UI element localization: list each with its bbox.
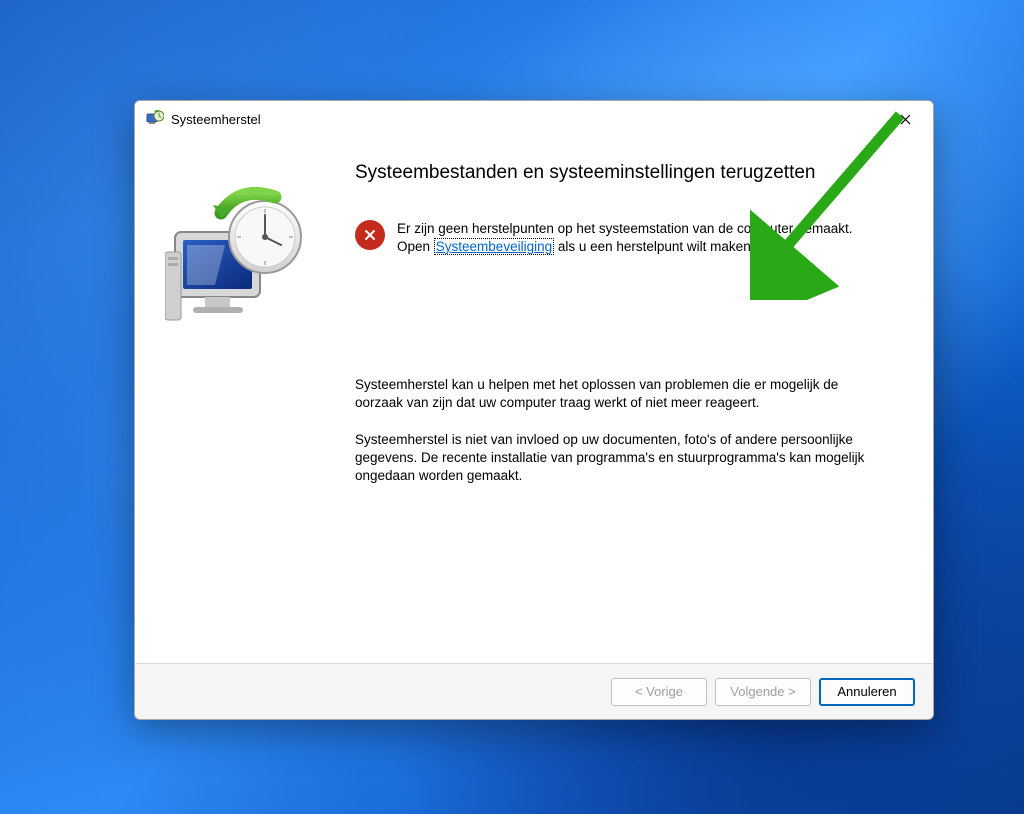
system-protection-link[interactable]: Systeembeveiliging (434, 238, 554, 255)
close-button[interactable] (883, 104, 927, 134)
error-icon (355, 220, 385, 250)
error-message: Er zijn geen herstelpunten op het systee… (355, 220, 877, 256)
dialog-body: Systeembestanden en systeeminstellingen … (135, 137, 933, 663)
cancel-button[interactable]: Annuleren (819, 678, 915, 706)
titlebar[interactable]: Systeemherstel (135, 101, 933, 137)
info-paragraph-1: Systeemherstel kan u helpen met het oplo… (355, 376, 877, 412)
wizard-graphic (135, 137, 355, 663)
app-icon (145, 109, 165, 129)
info-paragraph-2: Systeemherstel is niet van invloed op uw… (355, 431, 877, 486)
page-heading: Systeembestanden en systeeminstellingen … (355, 161, 877, 186)
content-pane: Systeembestanden en systeeminstellingen … (355, 137, 933, 663)
previous-button[interactable]: < Vorige (611, 678, 707, 706)
error-text-after: als u een herstelpunt wilt maken. (554, 239, 754, 254)
system-restore-dialog: Systeemherstel (134, 100, 934, 720)
window-title: Systeemherstel (171, 112, 883, 127)
error-text: Er zijn geen herstelpunten op het systee… (397, 220, 877, 256)
button-bar: < Vorige Volgende > Annuleren (135, 663, 933, 719)
next-button[interactable]: Volgende > (715, 678, 811, 706)
